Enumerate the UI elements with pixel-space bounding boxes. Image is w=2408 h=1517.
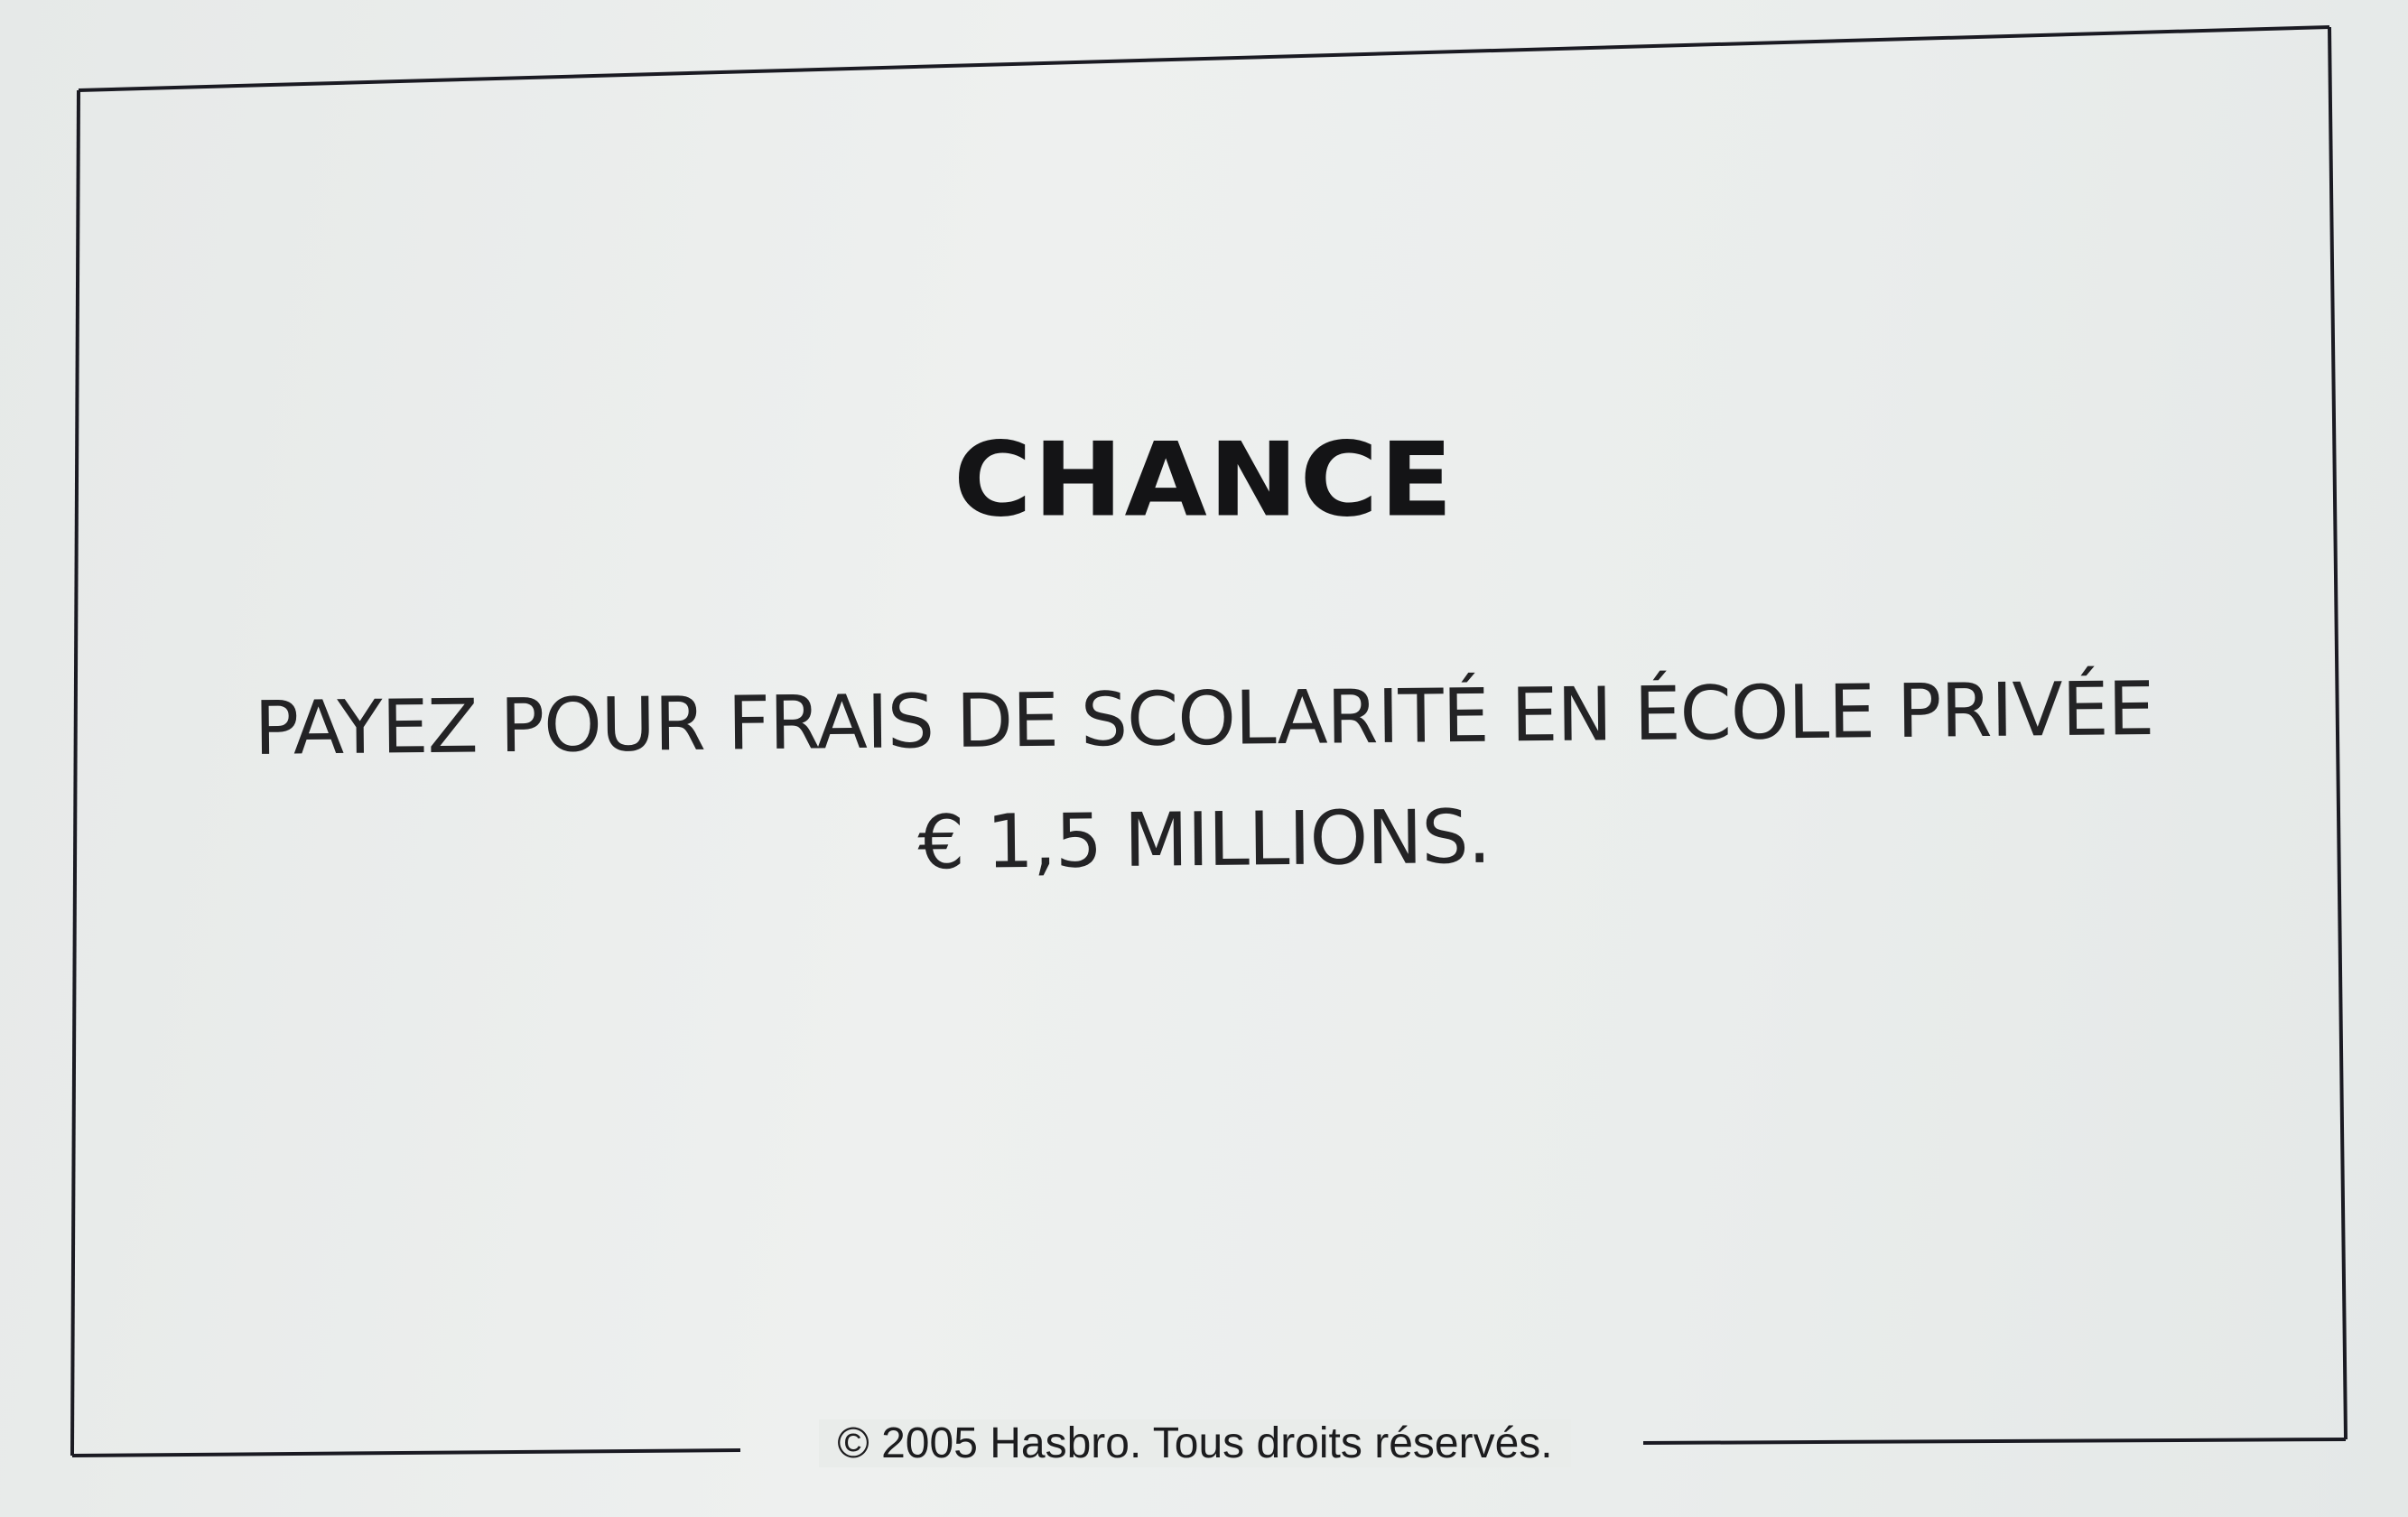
copyright-notice: © 2005 Hasbro. Tous droits réservés. xyxy=(0,1419,2399,1467)
copyright-text: © 2005 Hasbro. Tous droits réservés. xyxy=(819,1419,1571,1467)
card-title: CHANCE xyxy=(953,419,1455,540)
chance-card: CHANCE PAYEZ POUR FRAIS DE SCOLARITÉ EN … xyxy=(0,0,2408,1517)
